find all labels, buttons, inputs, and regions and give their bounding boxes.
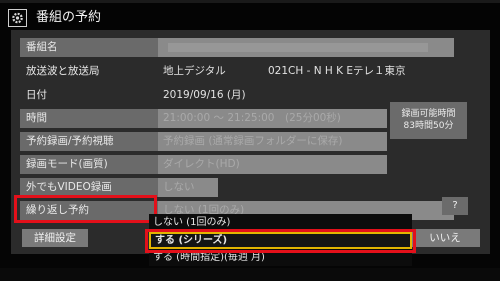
recordable-time-box: 録画可能時間 83時間50分 (390, 102, 467, 139)
broadcast-type-value: 地上デジタル (163, 65, 226, 77)
station-label: 放送波と放送局 (26, 65, 100, 77)
gear-icon (8, 9, 27, 27)
detail-settings-button[interactable]: 詳細設定 (22, 229, 88, 247)
row-time: 時間 21:00:00 ～ 21:25:00 (25分00秒) (20, 109, 454, 128)
row-station: 放送波と放送局 地上デジタル 021CH - N H K Eテレ１東京 (20, 62, 454, 81)
dropdown-option-weekly[interactable]: する (時間指定)(毎週 月) (149, 249, 412, 266)
reserve-type-label: 予約録画/予約視聴 (20, 132, 163, 151)
tv-screen: 番組の予約 番組名 放送波と放送局 地上デジタル 021CH - N H K E… (0, 0, 500, 281)
video-outside-field[interactable]: しない (158, 178, 218, 197)
row-program-name: 番組名 (20, 38, 454, 57)
bottom-bar (0, 268, 500, 281)
row-video-outside: 外でもVIDEO録画 しない (20, 178, 454, 197)
date-value: 2019/09/16 (月) (163, 89, 246, 101)
dropdown-option-once[interactable]: しない (1回のみ) (149, 214, 412, 231)
help-button[interactable]: ? (442, 197, 468, 215)
time-field[interactable]: 21:00:00 ～ 21:25:00 (25分00秒) (158, 109, 387, 128)
program-name-label: 番組名 (20, 38, 163, 57)
program-name-redacted (168, 43, 428, 52)
video-outside-label: 外でもVIDEO録画 (20, 178, 163, 197)
no-button[interactable]: いいえ (410, 229, 480, 247)
row-reserve-type: 予約録画/予約視聴 予約録画 (通常録画フォルダーに保存) (20, 132, 454, 151)
date-label: 日付 (26, 89, 47, 101)
record-mode-label: 録画モード(画質) (20, 155, 163, 174)
time-label: 時間 (20, 109, 163, 128)
page-title: 番組の予約 (36, 10, 102, 25)
recordable-time-label: 録画可能時間 (401, 109, 456, 119)
repeat-dropdown: しない (1回のみ) する (シリーズ) する (時間指定)(毎週 月) (149, 214, 412, 266)
reserve-type-field[interactable]: 予約録画 (通常録画フォルダーに保存) (158, 132, 387, 151)
recordable-time-value: 83時間50分 (403, 121, 454, 131)
row-record-mode: 録画モード(画質) ダイレクト(HD) (20, 155, 454, 174)
dropdown-option-series[interactable]: する (シリーズ) (149, 232, 412, 249)
program-name-field[interactable] (158, 38, 454, 57)
row-date: 日付 2019/09/16 (月) (20, 86, 454, 105)
record-mode-field[interactable]: ダイレクト(HD) (158, 155, 387, 174)
title-bar: 番組の予約 (0, 0, 500, 30)
channel-value: 021CH - N H K Eテレ１東京 (268, 65, 406, 77)
repeat-label: 繰り返し予約 (20, 201, 163, 220)
